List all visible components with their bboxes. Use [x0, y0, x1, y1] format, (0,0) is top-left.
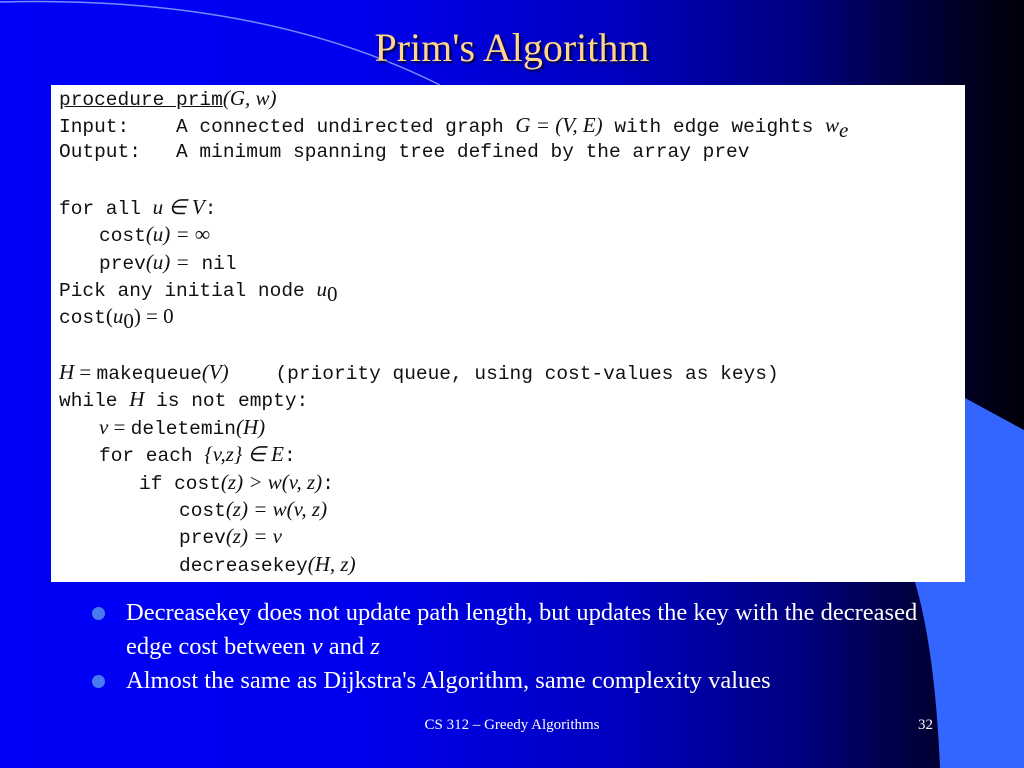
bullet-dot-icon: [92, 607, 105, 620]
nil-keyword: nil: [201, 253, 237, 275]
h-symbol: H: [129, 387, 145, 411]
u0-subscript: 0: [123, 308, 134, 333]
procedure-args: (G, w): [222, 86, 277, 110]
code-line-procedure: procedure prim(G, w): [59, 85, 277, 112]
bullet-item: Almost the same as Dijkstra's Algorithm,…: [88, 664, 938, 698]
pseudocode-panel: procedure prim(G, w) Input: A connected …: [51, 85, 965, 582]
prev-keyword: prev: [179, 527, 226, 549]
input-math: G = (V, E): [515, 113, 603, 137]
colon: :: [322, 473, 334, 495]
bullet-italic-v: v: [311, 633, 323, 660]
for-each-math: {v,z} ∈ E: [204, 442, 284, 466]
bullet-text: Decreasekey does not update path length,…: [126, 599, 918, 660]
colon: :: [204, 198, 217, 220]
equals: =: [74, 360, 97, 384]
code-line-for-all: for all u ∈ V:: [59, 194, 216, 221]
prev-u-math: (u) =: [145, 250, 190, 274]
code-line-for-each: for each {v,z} ∈ E:: [99, 441, 296, 468]
deletemin-keyword: deletemin: [130, 418, 236, 440]
paren-open: (: [105, 304, 113, 328]
output-label: Output:: [59, 141, 141, 163]
cost-keyword: cost: [59, 307, 106, 329]
cost-u-math: (u) = ∞: [145, 222, 210, 246]
footer-page-number: 32: [918, 717, 933, 733]
u0-subscript: 0: [326, 281, 338, 306]
edge-weight-subscript: e: [839, 117, 849, 142]
code-line-deletemin: v = deletemin(H): [99, 414, 265, 441]
cost-keyword: cost: [174, 473, 221, 495]
u0-symbol: u: [112, 304, 124, 328]
footer-course: CS 312 – Greedy Algorithms: [424, 717, 600, 733]
code-line-pick: Pick any initial node u0: [59, 276, 338, 306]
code-line-cost-u0: cost(u0) = 0: [59, 303, 174, 333]
for-all-keyword: for all: [59, 198, 141, 220]
slide-title: Prim's Algorithm: [374, 25, 650, 70]
bullet-italic-z: z: [370, 633, 380, 660]
code-line-decreasekey: decreasekey(H, z): [179, 551, 356, 578]
v-symbol: v: [99, 415, 109, 439]
edge-weight-symbol: w: [825, 113, 840, 137]
cost-z-math: (z) = w(v, z): [225, 497, 328, 521]
makequeue-comment: (priority queue, using cost-values as ke…: [275, 363, 779, 385]
cost-keyword: cost: [179, 500, 226, 522]
code-line-output: Output: A minimum spanning tree defined …: [59, 139, 749, 166]
u0-symbol: u: [316, 277, 327, 301]
code-line-cost-update: cost(z) = w(v, z): [179, 496, 327, 523]
makequeue-keyword: makequeue: [96, 363, 202, 385]
prev-z-math: (z) = v: [225, 524, 282, 548]
if-math: (z) > w(v, z): [220, 470, 323, 494]
for-all-math: u ∈ V: [152, 195, 205, 219]
makequeue-arg: (V): [201, 360, 229, 384]
while-rest: is not empty:: [156, 390, 309, 412]
if-keyword: if: [139, 473, 163, 495]
bullet-dot-icon: [92, 675, 105, 688]
bullet-text-mid: and: [322, 633, 371, 660]
code-line-while: while H is not empty:: [59, 386, 308, 413]
cost-keyword: cost: [99, 225, 146, 247]
equals: =: [108, 415, 131, 439]
bullet-list: Decreasekey does not update path length,…: [88, 596, 938, 698]
cost-u0-rest: ) = 0: [133, 304, 174, 328]
for-each-keyword: for each: [99, 445, 193, 467]
output-text: A minimum spanning tree defined by the a…: [176, 141, 750, 163]
code-line-cost-init: cost(u) = ∞: [99, 221, 210, 248]
code-line-if: if cost(z) > w(v, z):: [139, 469, 334, 496]
input-text: A connected undirected graph: [176, 116, 504, 138]
code-line-prev-update: prev(z) = v: [179, 523, 282, 550]
code-line-prev-init: prev(u) = nil: [99, 249, 237, 276]
while-keyword: while: [59, 390, 118, 412]
input-label: Input:: [59, 116, 130, 138]
colon: :: [283, 445, 296, 467]
h-symbol: H: [59, 360, 75, 384]
bullet-item: Decreasekey does not update path length,…: [88, 596, 938, 664]
procedure-keyword: procedure prim: [59, 89, 223, 111]
code-line-makequeue: H = makequeue(V) (priority queue, using …: [59, 359, 779, 386]
decreasekey-keyword: decreasekey: [179, 555, 308, 577]
input-text2: with edge weights: [614, 116, 814, 138]
pick-text: Pick any initial node: [59, 280, 305, 302]
decreasekey-arg: (H, z): [307, 552, 356, 576]
prev-keyword: prev: [99, 253, 146, 275]
code-line-input: Input: A connected undirected graph G = …: [59, 112, 849, 142]
bullet-text: Almost the same as Dijkstra's Algorithm,…: [126, 667, 771, 694]
deletemin-arg: (H): [236, 415, 266, 439]
